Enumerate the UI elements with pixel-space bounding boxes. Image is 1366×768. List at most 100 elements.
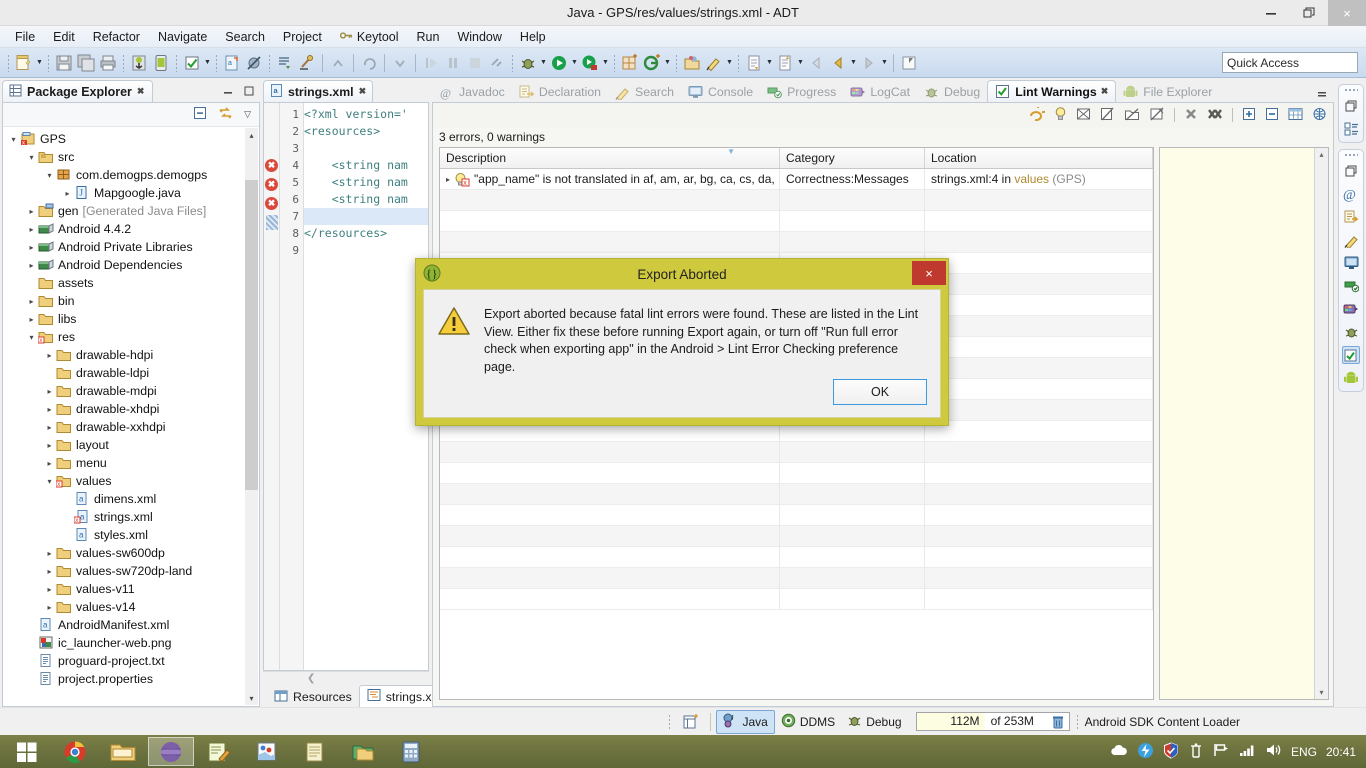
collapse-all-icon[interactable] (1265, 107, 1279, 124)
back-history-icon[interactable] (828, 53, 848, 73)
tab-resources[interactable]: Resources (267, 687, 359, 707)
expander-icon[interactable]: ▸ (43, 387, 56, 396)
terminate-icon[interactable] (465, 53, 485, 73)
table-row[interactable]: ▸ x "app_name" is not translated in af, am… (440, 169, 1153, 190)
previous-edit-icon[interactable] (359, 53, 379, 73)
lint-table-rows[interactable]: ▸ x "app_name" is not translated in af, am… (440, 169, 1153, 699)
table-row-empty[interactable] (440, 189, 1153, 211)
column-header-description[interactable]: Description ▼ (440, 147, 780, 168)
new-xml-file-icon[interactable]: a (222, 53, 242, 73)
forward-dropdown[interactable]: ▼ (880, 53, 889, 73)
table-row-empty[interactable] (440, 441, 1153, 463)
quick-access-input[interactable]: Quick Access (1222, 52, 1358, 73)
table-row-empty[interactable] (440, 462, 1153, 484)
table-row-empty[interactable] (440, 567, 1153, 589)
tab-declaration[interactable]: Declaration (512, 82, 608, 102)
ignore-all-icon[interactable] (1149, 107, 1165, 124)
error-marker-icon[interactable]: ✖ (265, 159, 278, 172)
expander-icon[interactable]: ▸ (43, 441, 56, 450)
editor-hscrollbar[interactable]: ❮ (263, 671, 429, 685)
run-external-dropdown[interactable]: ▼ (601, 53, 610, 73)
eclipse-taskbar-button[interactable] (148, 737, 194, 766)
lint-warnings-icon[interactable] (1342, 346, 1360, 364)
tree-item[interactable]: ▸ bin (3, 292, 259, 310)
new-android-project-icon[interactable] (620, 53, 640, 73)
expander-icon[interactable]: ▸ (43, 405, 56, 414)
remove-all-icon[interactable] (1207, 107, 1223, 124)
security-shield-icon[interactable] (1163, 741, 1179, 762)
code-line[interactable]: <string nam (304, 191, 428, 208)
close-button[interactable]: × (1328, 0, 1366, 26)
calculator-taskbar-button[interactable] (388, 737, 434, 766)
run-dropdown[interactable]: ▼ (570, 53, 579, 73)
trash-icon[interactable] (1047, 715, 1069, 729)
logcat-icon[interactable] (1342, 300, 1360, 318)
tab-debug[interactable]: Debug (917, 82, 987, 102)
menu-refactor[interactable]: Refactor (84, 28, 149, 46)
code-line[interactable]: </resources> (304, 225, 428, 242)
print-icon[interactable] (98, 53, 118, 73)
annotation-slot[interactable]: ✖ (264, 197, 279, 214)
tree-item[interactable]: ▸ values-sw600dp (3, 544, 259, 562)
tree-item[interactable]: ▸ drawable-xhdpi (3, 400, 259, 418)
search-dropdown[interactable]: ▼ (725, 53, 734, 73)
error-marker-icon[interactable]: ✖ (265, 197, 278, 210)
save-all-icon[interactable] (76, 53, 96, 73)
menu-file[interactable]: File (6, 28, 44, 46)
column-header-category[interactable]: Category (780, 148, 925, 168)
tree-item[interactable]: ▸ Android 4.4.2 (3, 220, 259, 238)
expander-icon[interactable]: ▸ (43, 459, 56, 468)
tree-item[interactable]: ▸ gen [Generated Java Files] (3, 202, 259, 220)
annotation-slot[interactable] (264, 249, 279, 266)
expander-icon[interactable]: ▸ (25, 243, 38, 252)
new-editor-icon[interactable] (677, 712, 705, 732)
back-dropdown[interactable]: ▼ (849, 53, 858, 73)
tab-strings-xml[interactable]: a strings.xml ✖ (263, 80, 374, 102)
tree-item[interactable]: ▸ values-v11 (3, 580, 259, 598)
perspective-java[interactable]: J Java (716, 709, 775, 734)
menu-run[interactable]: Run (408, 28, 449, 46)
next-edit-location-icon[interactable] (744, 53, 764, 73)
tab-javadoc[interactable]: @ Javadoc (432, 82, 512, 102)
paint-taskbar-button[interactable] (244, 737, 290, 766)
tree-item[interactable]: ▾ x GPS (3, 130, 259, 148)
antivirus-icon[interactable] (1137, 742, 1154, 762)
code-line[interactable]: <resources> (304, 123, 428, 140)
error-marker-icon[interactable]: ✖ (265, 178, 278, 191)
resume-icon[interactable] (421, 53, 441, 73)
tree-item[interactable]: ▸ drawable-hdpi (3, 346, 259, 364)
folders-taskbar-button[interactable] (340, 737, 386, 766)
fast-view-grip-1[interactable] (1344, 88, 1358, 92)
disconnect-icon[interactable] (487, 53, 507, 73)
expander-icon[interactable]: ▸ (446, 169, 450, 190)
menu-project[interactable]: Project (274, 28, 331, 46)
annotation-slot[interactable] (264, 106, 279, 123)
tree-item[interactable]: project.properties (3, 670, 259, 688)
expander-icon[interactable]: ▸ (43, 603, 56, 612)
tab-search[interactable]: Search (608, 82, 681, 102)
expand-all-icon[interactable] (1242, 107, 1256, 124)
run-icon[interactable] (549, 53, 569, 73)
tree-item[interactable]: ▸ Android Dependencies (3, 256, 259, 274)
perspective-ddms[interactable]: DDMS (775, 711, 841, 733)
tree-item[interactable]: ic_launcher-web.png (3, 634, 259, 652)
search-pencil-icon[interactable] (704, 53, 724, 73)
dialog-ok-button[interactable]: OK (833, 379, 927, 405)
suspend-icon[interactable] (443, 53, 463, 73)
expander-icon[interactable]: ▸ (25, 315, 38, 324)
link-with-editor-icon[interactable] (218, 106, 233, 123)
scroll-down-arrow[interactable]: ▾ (1319, 688, 1323, 697)
scroll-left-arrow[interactable]: ❮ (263, 673, 315, 684)
tab-package-explorer[interactable]: Package Explorer ✖ (2, 80, 154, 102)
expander-icon[interactable]: ▸ (25, 261, 38, 270)
maximize-view-icon[interactable] (243, 85, 255, 100)
tab-console[interactable]: Console (681, 82, 760, 102)
tree-item[interactable]: a x strings.xml (3, 508, 259, 526)
annotation-slot[interactable] (264, 232, 279, 249)
expander-icon[interactable]: ▾ (43, 171, 56, 180)
tree-item[interactable]: assets (3, 274, 259, 292)
tab-progress[interactable]: Progress (760, 82, 843, 102)
restore-views-icon[interactable] (1342, 162, 1360, 180)
debug-dropdown[interactable]: ▼ (539, 53, 548, 73)
location-link[interactable]: values (1014, 172, 1049, 186)
